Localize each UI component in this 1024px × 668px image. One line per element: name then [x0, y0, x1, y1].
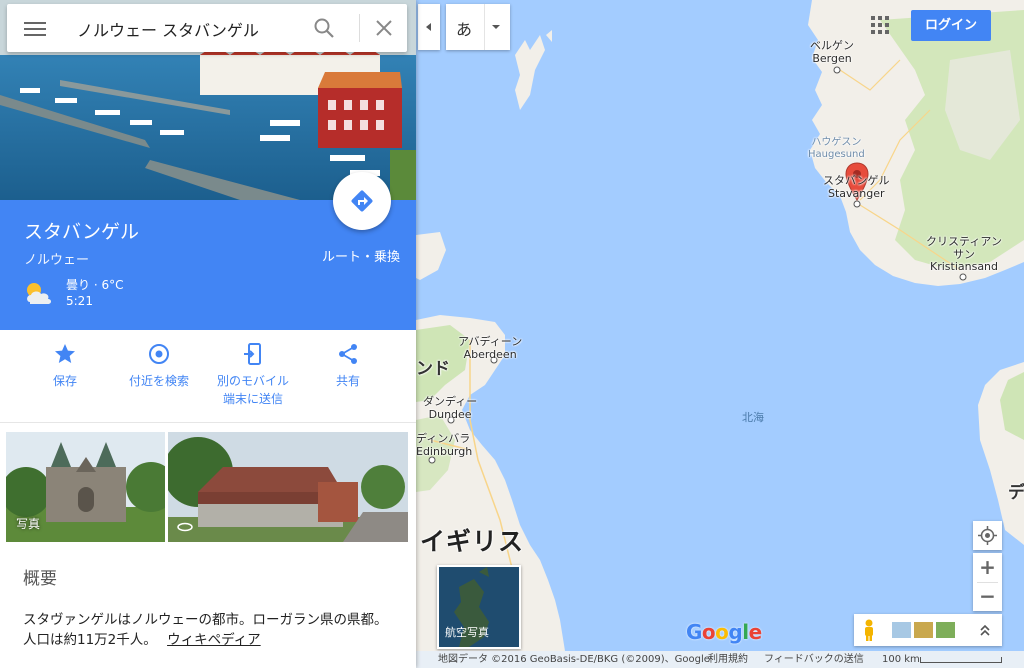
- share-button[interactable]: 共有: [300, 342, 396, 390]
- divider: [359, 14, 360, 42]
- close-icon[interactable]: [373, 17, 395, 39]
- map-label-stavanger: スタバンゲル Stavanger: [823, 174, 890, 200]
- save-label: 保存: [52, 374, 77, 388]
- zoom-in-button[interactable]: +: [973, 553, 1002, 582]
- apps-grid-icon[interactable]: [871, 16, 889, 34]
- save-button[interactable]: 保存: [17, 342, 113, 390]
- map-label-uk: イギリス: [420, 527, 525, 556]
- overview-text: スタヴァンゲルはノルウェーの都市。ローガラン県の県都。人口は約11万2千人。 ウ…: [23, 610, 398, 650]
- map-label-aberdeen: アバディーン Aberdeen: [458, 335, 523, 361]
- collapse-panel-button[interactable]: [418, 4, 440, 50]
- wikipedia-link[interactable]: ウィキペディア: [167, 632, 261, 648]
- directions-button[interactable]: [333, 172, 391, 230]
- caret-left-icon: [426, 23, 431, 31]
- map-label-kristiansand: クリスティアン サン Kristiansand: [926, 235, 1002, 274]
- transit-layer-thumb[interactable]: [936, 622, 955, 638]
- action-row: 保存 付近を検索 別のモバイル端末に送信 共有: [0, 330, 416, 423]
- satellite-view-toggle[interactable]: 航空写真: [437, 565, 521, 649]
- send-to-phone-button[interactable]: 別のモバイル端末に送信: [205, 342, 301, 408]
- map-label-edinburgh: ディンバラ Edinburgh: [416, 432, 473, 458]
- photos-label: 写真: [16, 517, 41, 531]
- login-button[interactable]: ログイン: [911, 10, 991, 41]
- overview-heading: 概要: [23, 569, 57, 589]
- divider: [484, 4, 485, 50]
- terms-link[interactable]: 利用規約: [708, 651, 748, 668]
- place-title: スタバンゲル: [24, 221, 139, 243]
- menu-icon[interactable]: [24, 18, 46, 38]
- search-nearby-label: 付近を検索: [128, 374, 189, 388]
- weather-info: 曇り · 6°C 5:21: [66, 277, 123, 309]
- share-label: 共有: [335, 374, 360, 388]
- share-icon: [339, 344, 357, 364]
- directions-icon: [351, 190, 373, 212]
- my-location-icon: [978, 526, 997, 545]
- map-label-bergen: ベルゲン Bergen: [810, 39, 854, 65]
- zoom-control: + −: [973, 553, 1002, 611]
- my-location-button[interactable]: [973, 521, 1002, 550]
- map-label-haugesund: ハウゲスン Haugesund: [808, 137, 865, 160]
- zoom-out-button[interactable]: −: [973, 582, 1002, 611]
- nearby-icon: [149, 344, 169, 364]
- layer-bar: [854, 614, 1002, 646]
- photo-strip: 写真: [0, 432, 416, 542]
- 360-view-icon: [177, 522, 193, 532]
- map-label-dundee: ダンディー Dundee: [423, 395, 478, 421]
- weather-summary: 曇り · 6°C: [66, 278, 124, 292]
- chevron-up-icon[interactable]: [978, 622, 992, 638]
- map-attribution: 地図データ ©2016 GeoBasis-DE/BKG (©2009)、Goog…: [438, 654, 710, 665]
- search-nearby-button[interactable]: 付近を検索: [111, 342, 207, 390]
- ime-char: あ: [456, 20, 473, 39]
- map-label-scotland-fragment: ンド: [416, 359, 450, 379]
- place-panel: ノルウェー スタバンゲル スタバンゲル ノルウェー 曇り · 6°C 5:21: [0, 0, 416, 668]
- photo-cathedral[interactable]: 写真: [6, 432, 165, 542]
- search-box: ノルウェー スタバンゲル: [7, 4, 407, 52]
- star-icon: [55, 344, 75, 363]
- feedback-link[interactable]: フィードバックの送信: [764, 651, 864, 668]
- scale-label: 100 km: [882, 654, 920, 665]
- local-time: 5:21: [66, 294, 93, 308]
- terrain-layer-thumb[interactable]: [892, 622, 911, 638]
- map-label-north-sea: 北海: [742, 411, 764, 424]
- map-label-denmark-fragment: デ: [1008, 483, 1024, 503]
- google-logo: Google: [686, 620, 762, 644]
- photo-street-view[interactable]: [168, 432, 408, 542]
- caret-down-icon: [492, 25, 500, 29]
- pegman-icon[interactable]: [862, 619, 876, 641]
- send-to-phone-icon: [244, 343, 261, 365]
- place-subtitle: ノルウェー: [24, 253, 90, 268]
- search-icon[interactable]: [313, 17, 335, 39]
- place-header: スタバンゲル ノルウェー 曇り · 6°C 5:21 ルート・乗換: [0, 172, 416, 330]
- input-method-button[interactable]: あ: [446, 4, 510, 50]
- search-input[interactable]: ノルウェー スタバンゲル: [77, 17, 259, 41]
- partly-cloudy-icon: [27, 283, 51, 304]
- send-to-phone-label: 別のモバイル端末に送信: [216, 374, 289, 406]
- satellite-label: 航空写真: [445, 626, 489, 639]
- directions-label[interactable]: ルート・乗換: [322, 246, 400, 265]
- street-view-photo: [168, 432, 408, 542]
- scale-bar: [920, 657, 1002, 663]
- traffic-layer-thumb[interactable]: [914, 622, 933, 638]
